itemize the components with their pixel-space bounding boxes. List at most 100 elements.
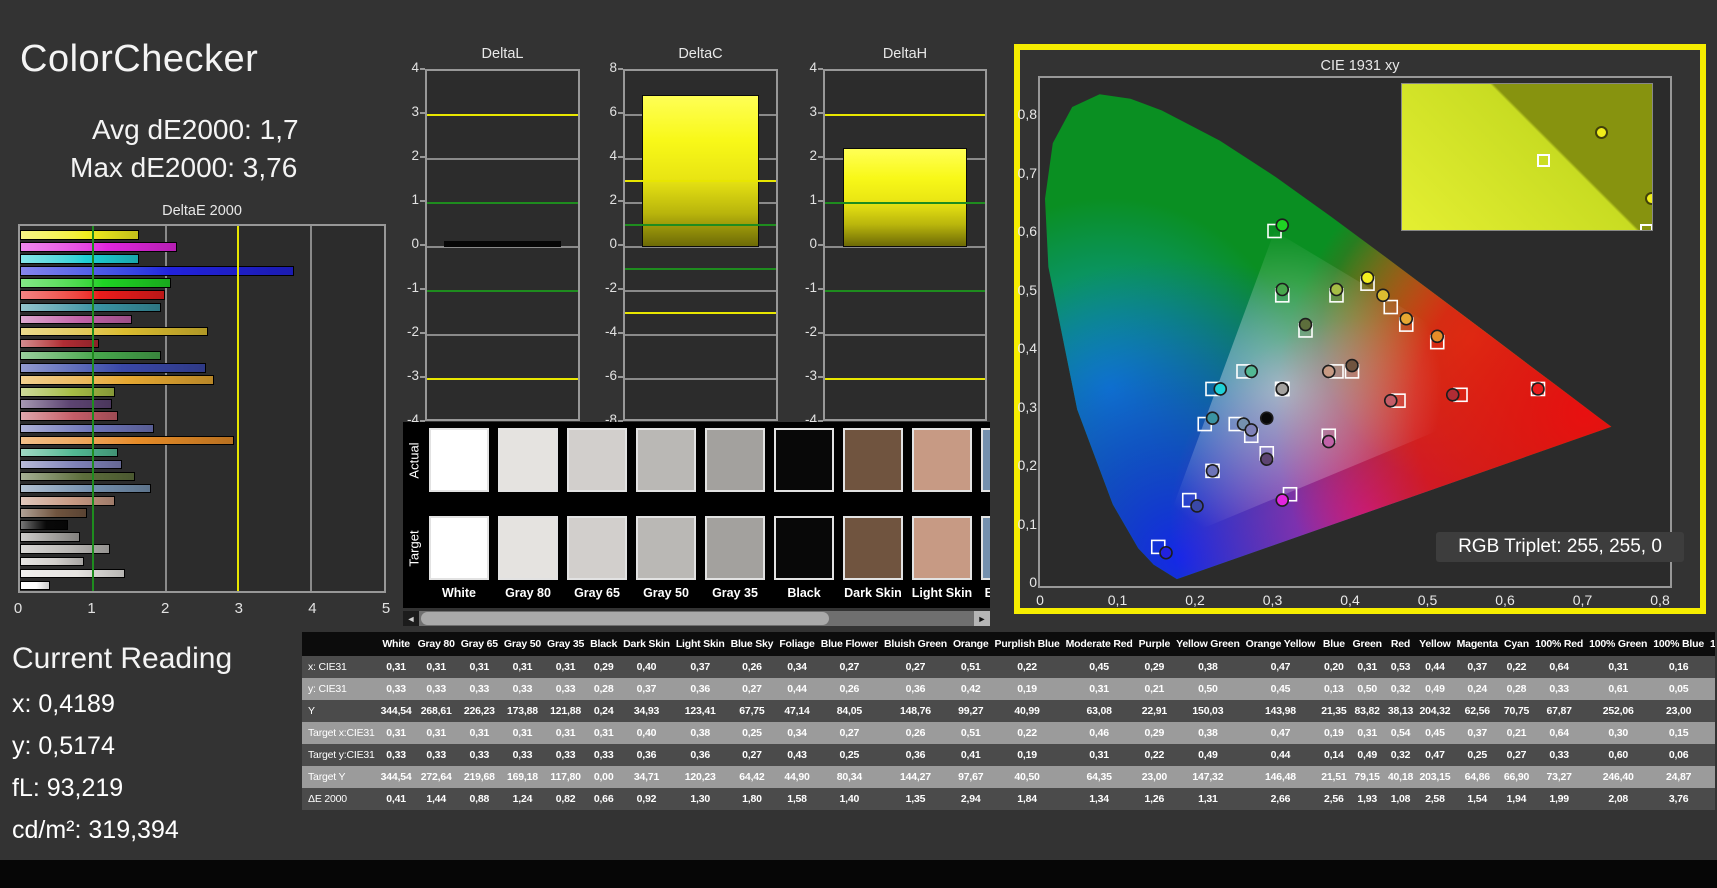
row-label: Target Y bbox=[302, 766, 378, 788]
table-cell: 0,49 bbox=[1349, 744, 1385, 766]
table-cell: 1,94 bbox=[1500, 788, 1533, 810]
table-cell: 0,36 bbox=[672, 744, 728, 766]
table-cell: 0,00 bbox=[587, 766, 621, 788]
swatch-row-label-actual: Actual bbox=[406, 441, 422, 479]
table-cell: 0,47 bbox=[1242, 722, 1319, 744]
table-cell: 271,27 bbox=[1707, 766, 1715, 788]
bottom-strip bbox=[0, 860, 1717, 888]
table-cell: 0,24 bbox=[1453, 678, 1501, 700]
current-reading-x: x: 0,4189 bbox=[12, 690, 115, 718]
row-label: y: CIE31 bbox=[302, 678, 378, 700]
swatch-target-light-skin bbox=[912, 516, 972, 580]
scroll-right-icon[interactable]: ► bbox=[974, 611, 990, 626]
table-cell: 23,00 bbox=[1135, 766, 1174, 788]
table-cell: 0,26 bbox=[881, 722, 950, 744]
delta-chart-deltac: DeltaC 8 6 4 2 0 -2 -4 -6 -8 bbox=[593, 44, 778, 427]
table-cell: 73,27 bbox=[1532, 766, 1587, 788]
table-row: Target x:CIE31 0,31 0,31 0,31 0,31 0,31 0,31 0,… bbox=[302, 722, 1715, 744]
deltah-tick-0: 0 bbox=[809, 236, 817, 251]
deltae-bar-row bbox=[20, 350, 384, 362]
table-cell: 0,27 bbox=[817, 656, 881, 678]
deltac-tickmark bbox=[618, 68, 623, 70]
table-cell: 0,31 bbox=[500, 656, 544, 678]
table-cell: 0,33 bbox=[377, 678, 415, 700]
deltae-bar-row bbox=[20, 447, 384, 459]
scrollbar-thumb[interactable] bbox=[421, 612, 829, 625]
table-cell: 0,24 bbox=[587, 700, 621, 722]
table-cell: 252,06 bbox=[1586, 700, 1651, 722]
row-label: Target y:CIE31 bbox=[302, 744, 378, 766]
table-cell: 0,38 bbox=[672, 722, 728, 744]
cie-x-tick-0,4: 0,4 bbox=[1340, 592, 1360, 608]
column-header-white: White bbox=[377, 632, 415, 656]
table-cell: 80,34 bbox=[817, 766, 881, 788]
scroll-left-icon[interactable]: ◄ bbox=[403, 611, 419, 626]
deltac-tickmark bbox=[618, 244, 623, 246]
swatch-scrollbar[interactable]: ◄ ► bbox=[403, 611, 990, 626]
table-cell: 0,47 bbox=[1416, 744, 1454, 766]
deltac-threshold--1 bbox=[625, 268, 776, 270]
table-corner-cell bbox=[302, 632, 378, 656]
deltae-bar-row bbox=[20, 386, 384, 398]
table-cell: 83,82 bbox=[1349, 700, 1385, 722]
cie-y-tick-0: 0 bbox=[1029, 574, 1037, 590]
deltae-bar-100-blue bbox=[20, 266, 294, 276]
table-cell: 0,33 bbox=[414, 744, 458, 766]
table-cell: 0,23 bbox=[1707, 656, 1715, 678]
table-cell: 0,41 bbox=[949, 744, 992, 766]
table-cell: 150,03 bbox=[1173, 700, 1243, 722]
table-cell: 34,93 bbox=[620, 700, 673, 722]
cie-measured-blue-flower bbox=[1244, 423, 1259, 437]
swatch-target-dark-skin bbox=[843, 516, 903, 580]
table-cell: 0,44 bbox=[1242, 744, 1319, 766]
deltah-tickmark bbox=[818, 68, 823, 70]
swatch-target-gray-35 bbox=[705, 516, 765, 580]
inset-target-marker bbox=[1537, 154, 1550, 168]
table-cell: 0,33 bbox=[544, 678, 588, 700]
table-cell: 79,15 bbox=[1349, 766, 1385, 788]
deltal-tick-4: 4 bbox=[411, 60, 419, 75]
table-cell: 0,31 bbox=[544, 656, 588, 678]
deltae-bar-row bbox=[20, 435, 384, 447]
table-cell: 219,68 bbox=[457, 766, 501, 788]
deltae-bar-row bbox=[20, 519, 384, 531]
deltal-tickmark bbox=[420, 156, 425, 158]
deltal-gridline bbox=[427, 334, 578, 336]
deltae-bar-100-green bbox=[20, 278, 172, 288]
deltae-x-tick-4: 4 bbox=[308, 600, 317, 617]
table-cell: 0,13 bbox=[1318, 678, 1350, 700]
table-cell: 144,27 bbox=[881, 766, 950, 788]
deltac-tickmark bbox=[618, 288, 623, 290]
deltac-threshold-1 bbox=[625, 224, 776, 226]
table-cell: 0,82 bbox=[544, 788, 588, 810]
table-cell: 0,45 bbox=[1062, 656, 1136, 678]
column-header-green: Green bbox=[1349, 632, 1385, 656]
table-cell: 0,34 bbox=[776, 722, 818, 744]
deltac-tick-2: 2 bbox=[609, 192, 617, 207]
deltae-bar-row bbox=[20, 471, 384, 483]
deltae-bar-row bbox=[20, 568, 384, 580]
deltae-bar-orange-yellow bbox=[20, 375, 214, 385]
table-cell: 0,36 bbox=[620, 744, 673, 766]
deltae-x-tick-5: 5 bbox=[381, 600, 391, 617]
table-cell: 0,16 bbox=[1650, 656, 1707, 678]
table-cell: 0,28 bbox=[1500, 678, 1533, 700]
table-cell: 121,88 bbox=[544, 700, 588, 722]
deltac-gridline bbox=[625, 334, 776, 336]
deltac-plot bbox=[623, 69, 778, 421]
deltac-tickmark bbox=[618, 156, 623, 158]
cie-measured-cyan bbox=[1205, 411, 1220, 426]
colorchecker-app-window: ColorChecker Avg dE2000: 1,7 Max dE2000:… bbox=[0, 0, 1717, 888]
deltal-tickmark bbox=[420, 376, 425, 378]
deltae-bar-row bbox=[20, 410, 384, 422]
cie-x-tick-0,3: 0,3 bbox=[1262, 592, 1283, 608]
swatch-target-white bbox=[429, 516, 489, 580]
table-cell: 1,24 bbox=[500, 788, 544, 810]
table-cell: 0,33 bbox=[587, 744, 621, 766]
table-cell: 0,33 bbox=[500, 744, 544, 766]
table-cell: 0,33 bbox=[377, 744, 415, 766]
table-cell: 0,45 bbox=[1242, 678, 1319, 700]
measurement-table: White Gray 80 Gray 65 Gray 50 Gray 35 Black Da… bbox=[302, 632, 1715, 810]
row-label: Y bbox=[302, 700, 378, 722]
deltal-tick-2: 2 bbox=[411, 148, 419, 163]
